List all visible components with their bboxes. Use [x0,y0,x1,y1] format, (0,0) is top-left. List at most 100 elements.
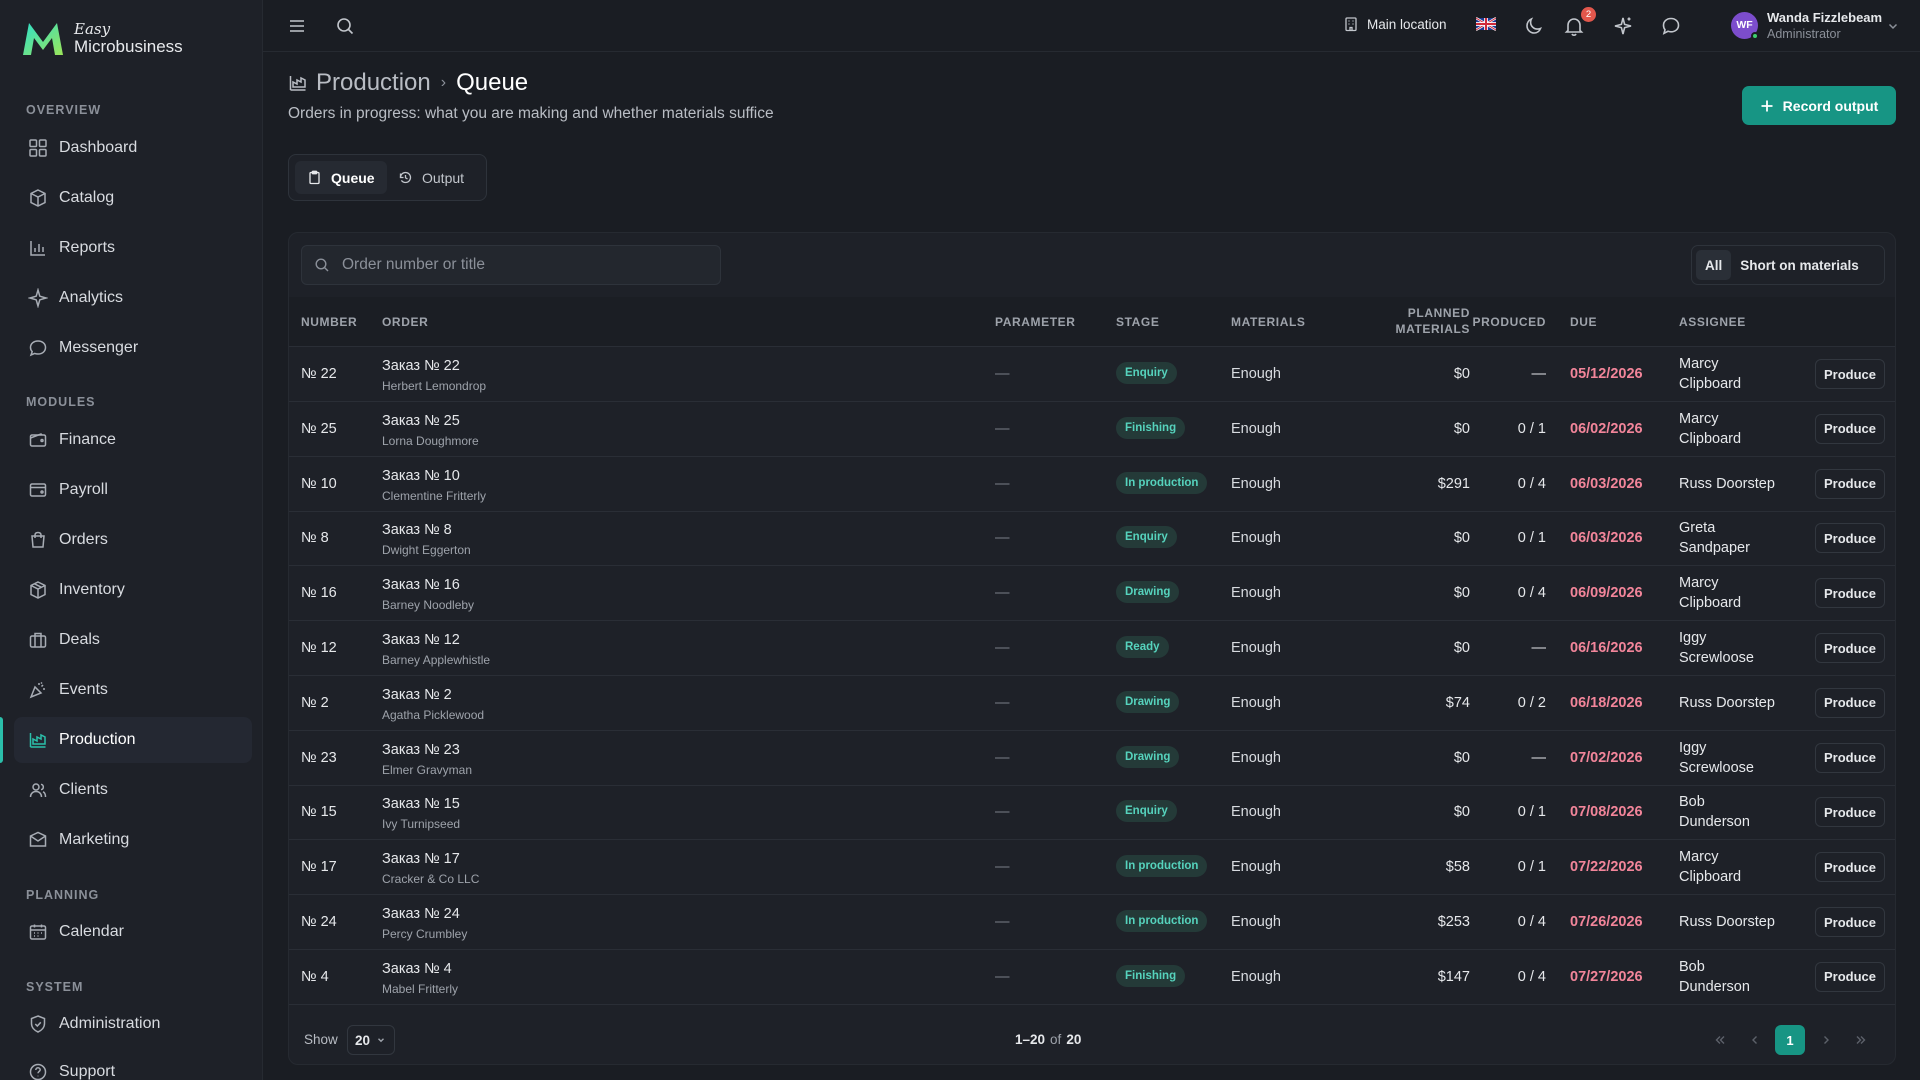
header-parameter[interactable]: PARAMETER [995,314,1076,330]
order-title[interactable]: Заказ № 4 [382,961,452,977]
menu-icon[interactable] [286,15,308,37]
produce-button[interactable]: Produce [1815,468,1885,499]
table-row[interactable]: № 16 Заказ № 16 Barney Noodleby — Drawing Eno… [289,566,1895,622]
brand-logo[interactable]: Easy Microbusiness [20,18,183,58]
catalog-icon [30,189,46,207]
sidebar-item-analytics[interactable]: Analytics [14,275,252,321]
sidebar-item-label: Analytics [59,289,124,306]
table-row[interactable]: № 15 Заказ № 15 Ivy Turnipseed — Enquiry Enou… [289,785,1895,841]
sidebar-item-label: Catalog [59,189,115,206]
table-row[interactable]: № 10 Заказ № 10 Clementine Fritterly — In pr… [289,457,1895,512]
produce-button[interactable]: Produce [1815,523,1885,554]
last-page-button[interactable] [1846,1025,1876,1055]
header-produced[interactable]: PRODUCED [1473,314,1546,330]
sparkle-icon[interactable] [1612,15,1634,37]
assignee-line2: Sandpaper [1679,540,1750,557]
sidebar-item-deals[interactable]: Deals [14,617,252,663]
produce-button[interactable]: Produce [1815,907,1885,937]
order-title[interactable]: Заказ № 24 [382,906,460,922]
table-row[interactable]: № 22 Заказ № 22 Herbert Lemondrop — Enquiry E… [289,347,1895,402]
user-name[interactable]: Wanda Fizzlebeam [1767,10,1882,25]
header-materials[interactable]: MATERIALS [1231,314,1306,330]
search-box[interactable] [301,245,721,285]
order-title[interactable]: Заказ № 22 [382,358,460,374]
order-title[interactable]: Заказ № 10 [382,468,460,484]
table-row[interactable]: № 8 Заказ № 8 Dwight Eggerton — Enquiry Enoug… [289,511,1895,567]
materials-status: Enough [1231,804,1281,821]
table-row[interactable]: № 12 Заказ № 12 Barney Applewhistle — Ready E… [289,621,1895,676]
sidebar-item-reports[interactable]: Reports [14,225,252,271]
breadcrumb-parent[interactable]: Production [316,69,431,97]
sidebar-item-production[interactable]: Production [14,717,252,763]
page-1-button[interactable]: 1 [1775,1025,1805,1055]
tab-output[interactable]: Output [386,161,476,194]
sidebar-item-payroll[interactable]: Payroll [14,467,252,513]
table-row[interactable]: № 25 Заказ № 25 Lorna Doughmore — Finishing E… [289,402,1895,457]
sidebar-item-orders[interactable]: Orders [14,517,252,563]
table-row[interactable]: № 2 Заказ № 2 Agatha Picklewood — Drawing Eno… [289,676,1895,731]
sidebar-item-dashboard[interactable]: Dashboard [14,125,252,171]
order-title[interactable]: Заказ № 16 [382,577,460,593]
chat-icon[interactable] [1660,15,1682,37]
first-page-button[interactable] [1705,1025,1735,1055]
sidebar-item-marketing[interactable]: Marketing [14,817,252,863]
order-title[interactable]: Заказ № 17 [382,851,460,867]
sidebar-item-catalog[interactable]: Catalog [14,175,252,221]
order-title[interactable]: Заказ № 23 [382,742,460,758]
filter-short-on-materials[interactable]: Short on materials [1731,250,1868,280]
uk-flag-icon[interactable] [1476,17,1496,31]
header-order[interactable]: ORDER [382,314,428,330]
search-input[interactable] [342,256,702,274]
order-title[interactable]: Заказ № 2 [382,687,452,703]
sidebar-item-clients[interactable]: Clients [14,767,252,813]
produce-button[interactable]: Produce [1815,633,1885,663]
assignee-line1: Russ Doorstep [1679,475,1775,492]
due-date: 07/22/2026 [1570,859,1643,876]
sidebar-item-calendar[interactable]: Calendar [14,909,252,955]
search-icon[interactable] [334,15,356,37]
due-date: 07/27/2026 [1570,968,1643,985]
filter-all[interactable]: All [1696,250,1732,280]
prev-page-button[interactable] [1740,1025,1770,1055]
produce-button[interactable]: Produce [1815,687,1885,718]
produce-button[interactable]: Produce [1815,797,1885,828]
order-client: Ivy Turnipseed [382,817,461,832]
produce-button[interactable]: Produce [1815,413,1885,444]
sidebar-item-events[interactable]: Events [14,667,252,713]
table-row[interactable]: № 4 Заказ № 4 Mabel Fritterly — Finishing Eno… [289,950,1895,1005]
header-planned-materials[interactable]: PLANNED MATERIALS [1395,305,1470,337]
location-selector[interactable]: Main location [1343,16,1447,32]
header-number[interactable]: NUMBER [301,314,357,330]
next-page-button[interactable] [1811,1025,1841,1055]
order-client: Cracker & Co LLC [382,872,480,887]
chevron-down-icon[interactable] [1886,19,1900,33]
record-output-button[interactable]: Record output [1742,86,1896,125]
view-tabs: Queue Output [288,154,487,201]
tab-queue[interactable]: Queue [295,161,387,194]
header-assignee[interactable]: ASSIGNEE [1679,314,1746,330]
sidebar-item-support[interactable]: Support [14,1049,252,1080]
pagination-range: 1–20 of 20 [1015,1032,1081,1047]
theme-moon-icon[interactable] [1524,15,1546,37]
materials-status: Enough [1231,585,1281,602]
table-row[interactable]: № 17 Заказ № 17 Cracker & Co LLC — In produc… [289,840,1895,896]
table-row[interactable]: № 23 Заказ № 23 Elmer Gravyman — Drawing Enou… [289,731,1895,786]
produce-button[interactable]: Produce [1815,578,1885,609]
order-title[interactable]: Заказ № 8 [382,522,452,538]
sidebar-item-finance[interactable]: Finance [14,417,252,463]
page-size-select[interactable]: 20 [347,1025,395,1055]
header-due[interactable]: DUE [1570,314,1597,330]
produce-button[interactable]: Produce [1815,742,1885,773]
produce-button[interactable]: Produce [1815,359,1885,389]
due-date: 07/08/2026 [1570,804,1643,821]
order-title[interactable]: Заказ № 15 [382,796,460,812]
produce-button[interactable]: Produce [1815,852,1885,883]
sidebar-item-administration[interactable]: Administration [14,1001,252,1047]
header-stage[interactable]: STAGE [1116,314,1159,330]
order-title[interactable]: Заказ № 25 [382,413,460,429]
produce-button[interactable]: Produce [1815,961,1885,992]
sidebar-item-inventory[interactable]: Inventory [14,567,252,613]
sidebar-item-messenger[interactable]: Messenger [14,325,252,371]
table-row[interactable]: № 24 Заказ № 24 Percy Crumbley — In producti… [289,895,1895,950]
order-title[interactable]: Заказ № 12 [382,632,460,648]
